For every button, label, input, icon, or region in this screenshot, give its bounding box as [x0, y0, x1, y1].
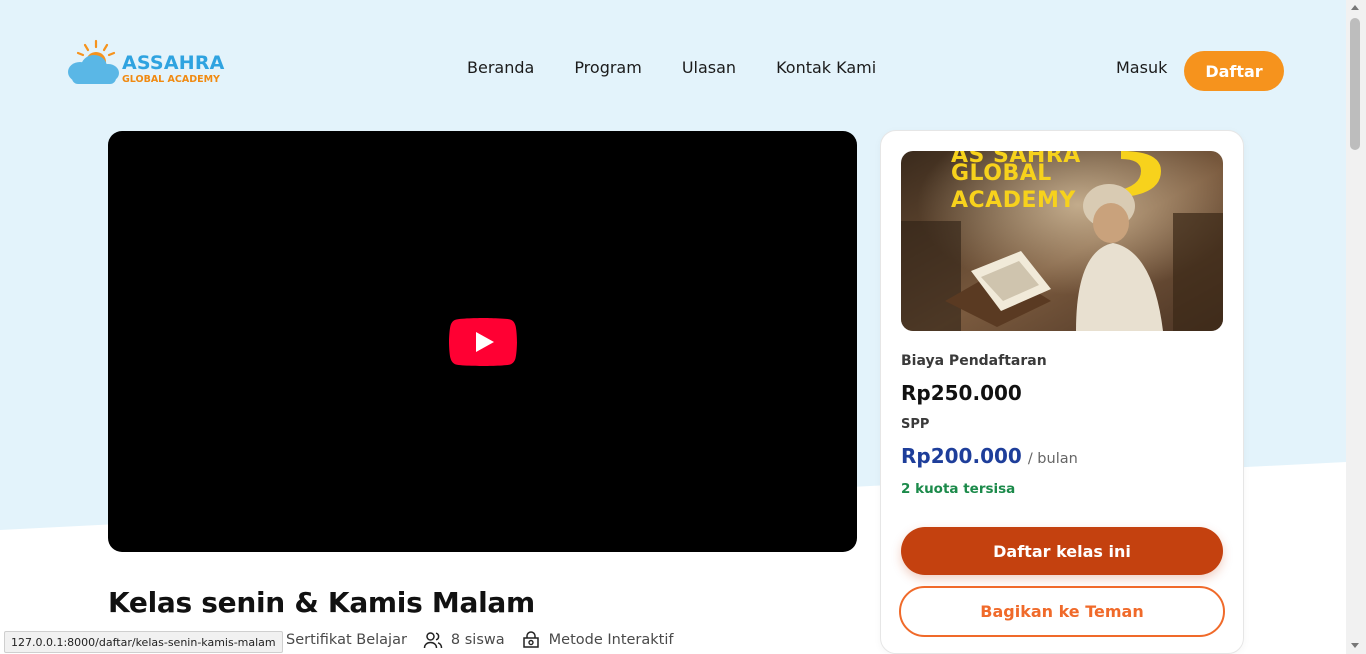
logo-subtitle: GLOBAL ACADEMY — [122, 74, 220, 85]
enroll-button[interactable]: Daftar kelas ini — [901, 527, 1223, 575]
youtube-play-icon[interactable] — [449, 318, 517, 366]
navbar: ASSAHRA GLOBAL ACADEMY Beranda Program U… — [0, 0, 1346, 140]
nav-links: Beranda Program Ulasan Kontak Kami — [467, 58, 876, 77]
register-button[interactable]: Daftar — [1184, 51, 1284, 91]
registration-fee-value: Rp250.000 — [901, 381, 1022, 405]
pricing-card: AS SAHRA GLOBAL ACADEMY Biaya Pendaftara… — [880, 130, 1244, 654]
meta-students: 8 siswa — [423, 630, 505, 650]
scroll-up-arrow-icon[interactable] — [1351, 5, 1359, 10]
course-title: Kelas senin & Kamis Malam — [108, 586, 535, 619]
thumbnail-text-line3: ACADEMY — [951, 188, 1076, 213]
registration-fee-label: Biaya Pendaftaran — [901, 353, 1047, 369]
page: ASSAHRA GLOBAL ACADEMY Beranda Program U… — [0, 0, 1366, 654]
vertical-scrollbar[interactable] — [1346, 0, 1366, 654]
video-player[interactable] — [108, 131, 857, 552]
cloud-sun-icon — [68, 39, 119, 84]
spp-unit: / bulan — [1027, 451, 1078, 467]
share-button[interactable]: Bagikan ke Teman — [899, 586, 1225, 637]
login-link[interactable]: Masuk — [1116, 58, 1167, 77]
scroll-down-arrow-icon[interactable] — [1351, 643, 1359, 648]
scrollbar-thumb[interactable] — [1350, 18, 1360, 150]
course-thumbnail: AS SAHRA GLOBAL ACADEMY — [901, 151, 1223, 331]
thumbnail-image — [901, 151, 1223, 331]
thumbnail-text-line2: GLOBAL — [951, 161, 1052, 186]
logo-title: ASSAHRA — [122, 52, 225, 74]
nav-link-kontak-kami[interactable]: Kontak Kami — [776, 58, 876, 77]
spp-value: Rp200.000 — [901, 444, 1022, 468]
meta-method: Metode Interaktif — [521, 630, 674, 650]
users-icon — [423, 632, 443, 649]
course-meta: Sertifikat Belajar 8 siswa Metode Intera… — [258, 630, 674, 650]
nav-link-program[interactable]: Program — [574, 58, 642, 77]
spp-row: Rp200.000 / bulan — [901, 444, 1078, 468]
method-icon — [522, 631, 539, 648]
status-bar-url: 127.0.0.1:8000/daftar/kelas-senin-kamis-… — [4, 631, 283, 653]
quota-remaining: 2 kuota tersisa — [901, 481, 1016, 497]
meta-certificate-label: Sertifikat Belajar — [286, 632, 407, 648]
nav-link-beranda[interactable]: Beranda — [467, 58, 534, 77]
spp-label: SPP — [901, 417, 930, 432]
logo[interactable]: ASSAHRA GLOBAL ACADEMY — [66, 38, 236, 94]
meta-students-label: 8 siswa — [450, 632, 505, 648]
nav-link-ulasan[interactable]: Ulasan — [682, 58, 736, 77]
meta-method-label: Metode Interaktif — [548, 632, 674, 648]
